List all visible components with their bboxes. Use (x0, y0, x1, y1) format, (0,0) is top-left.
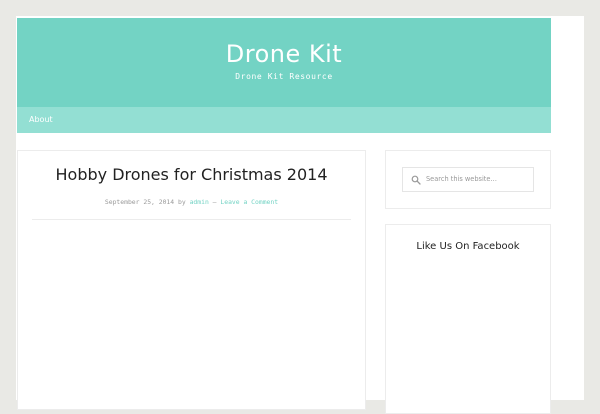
leave-comment-link[interactable]: Leave a Comment (220, 198, 278, 206)
main-content: Hobby Drones for Christmas 2014 Septembe… (17, 150, 366, 410)
search-widget: Search this website… (385, 150, 551, 209)
site-title[interactable]: Drone Kit (17, 39, 551, 69)
post-divider (32, 219, 351, 220)
post-date: September 25, 2014 (104, 198, 175, 206)
facebook-widget: Like Us On Facebook (385, 224, 551, 414)
post-author-link[interactable]: admin (190, 198, 209, 206)
site-description: Drone Kit Resource (235, 72, 333, 81)
post-meta: September 25, 2014 by admin — Leave a Co… (18, 198, 365, 206)
primary-nav: About (17, 107, 551, 133)
site-header: Drone Kit Drone Kit Resource (17, 18, 551, 107)
nav-item-about[interactable]: About (29, 115, 53, 124)
post-by: by (178, 198, 186, 206)
post-title[interactable]: Hobby Drones for Christmas 2014 (18, 165, 365, 184)
facebook-widget-title: Like Us On Facebook (416, 241, 520, 252)
search-input[interactable]: Search this website… (402, 167, 534, 192)
meta-separator: — (212, 198, 217, 206)
search-placeholder: Search this website… (426, 175, 498, 183)
search-icon (411, 175, 421, 185)
